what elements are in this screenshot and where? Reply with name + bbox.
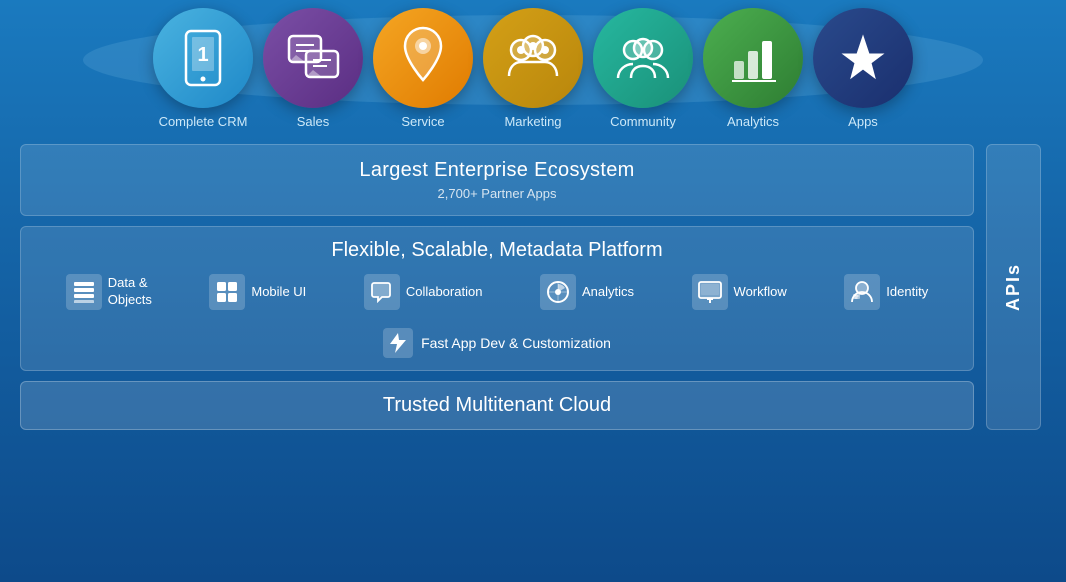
icon-label-complete-crm: Complete CRM: [159, 114, 248, 129]
data-objects-label: Data &Objects: [108, 275, 152, 309]
collaboration-icon: [364, 274, 400, 310]
identity-label: Identity: [886, 284, 928, 301]
data-objects-icon: [66, 274, 102, 310]
apis-label: APIs: [1003, 263, 1024, 311]
fast-app-label: Fast App Dev & Customization: [421, 334, 611, 352]
platform-title: Flexible, Scalable, Metadata Platform: [41, 239, 953, 262]
workflow-label: Workflow: [734, 284, 787, 301]
collaboration-label: Collaboration: [406, 284, 483, 301]
platform-card: Flexible, Scalable, Metadata Platform Da…: [20, 226, 974, 371]
icon-item-apps: Apps: [813, 8, 913, 129]
icon-circle-community: [593, 8, 693, 108]
platform-item-workflow: Workflow: [692, 274, 787, 310]
icon-circle-analytics: [703, 8, 803, 108]
platform-item-mobile-ui: Mobile UI: [209, 274, 306, 310]
icon-circle-apps: [813, 8, 913, 108]
platform-items: Data &Objects Mobile UI: [41, 274, 953, 310]
icon-item-complete-crm: 1 Complete CRM: [153, 8, 253, 129]
icon-item-marketing: Marketing: [483, 8, 583, 129]
content-left: Largest Enterprise Ecosystem 2,700+ Part…: [20, 144, 974, 430]
analytics-icon: [540, 274, 576, 310]
icon-label-sales: Sales: [297, 114, 330, 129]
platform-item-data-objects: Data &Objects: [66, 274, 152, 310]
icon-circle-marketing: [483, 8, 583, 108]
workflow-icon: [692, 274, 728, 310]
ecosystem-subtitle: 2,700+ Partner Apps: [41, 186, 953, 201]
platform-item-analytics: Analytics: [540, 274, 634, 310]
main-content: Largest Enterprise Ecosystem 2,700+ Part…: [0, 129, 1066, 440]
icons-row: 1 Complete CRM Sales: [0, 0, 1066, 129]
cloud-title: Trusted Multitenant Cloud: [41, 394, 953, 417]
fast-app-icon: [383, 328, 413, 358]
icon-item-community: Community: [593, 8, 693, 129]
icon-circle-sales: [263, 8, 363, 108]
fast-app-row: Fast App Dev & Customization: [41, 320, 953, 358]
icon-item-analytics: Analytics: [703, 8, 803, 129]
icon-item-service: Service: [373, 8, 473, 129]
analytics-label: Analytics: [582, 284, 634, 301]
icon-label-analytics: Analytics: [727, 114, 779, 129]
icon-label-apps: Apps: [848, 114, 878, 129]
icon-item-sales: Sales: [263, 8, 363, 129]
identity-icon: [844, 274, 880, 310]
icon-label-marketing: Marketing: [504, 114, 561, 129]
platform-item-identity: Identity: [844, 274, 928, 310]
icon-circle-complete-crm: 1: [153, 8, 253, 108]
mobile-ui-icon: [209, 274, 245, 310]
platform-item-collaboration: Collaboration: [364, 274, 483, 310]
ecosystem-title: Largest Enterprise Ecosystem: [41, 159, 953, 182]
mobile-ui-label: Mobile UI: [251, 284, 306, 301]
svg-text:1: 1: [197, 44, 208, 66]
cloud-banner: Trusted Multitenant Cloud: [20, 381, 974, 430]
content-right: APIs: [986, 144, 1046, 430]
apis-card: APIs: [986, 144, 1041, 430]
icon-label-community: Community: [610, 114, 676, 129]
ecosystem-card: Largest Enterprise Ecosystem 2,700+ Part…: [20, 144, 974, 216]
icon-circle-service: [373, 8, 473, 108]
icon-label-service: Service: [401, 114, 444, 129]
